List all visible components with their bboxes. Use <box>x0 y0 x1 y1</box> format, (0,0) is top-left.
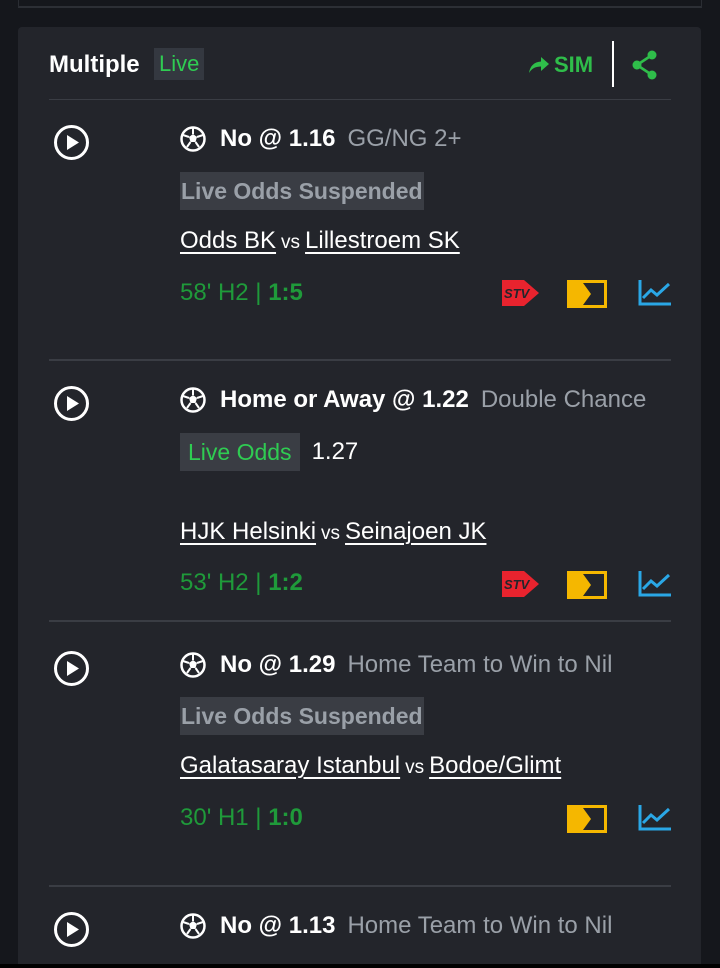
scoreboard-icon[interactable] <box>567 804 607 834</box>
vs-label: vs <box>405 757 425 778</box>
match-time: 53' H2 | <box>180 569 269 596</box>
match-time-score: 53' H2 | 1:2 <box>180 569 303 599</box>
bet-row: No @ 1.13 Home Team to Win to Nil <box>49 887 671 968</box>
card-header: Multiple Live SIM <box>49 27 671 100</box>
vs-label: vs <box>321 523 341 544</box>
market-name: Home Team to Win to Nil <box>347 912 613 939</box>
odds-status-line: Live Odds 1.27 <box>180 433 358 471</box>
sim-label: SIM <box>554 52 594 77</box>
selection-line: No @ 1.29 Home Team to Win to Nil <box>180 648 612 682</box>
selection-odds: Home or Away @ 1.22 <box>220 386 469 413</box>
selection-odds: No @ 1.16 <box>220 125 336 152</box>
odds-status-badge: Live Odds Suspended <box>180 172 424 210</box>
bottom-edge <box>0 964 720 968</box>
home-team[interactable]: HJK Helsinki <box>180 518 316 545</box>
match-teams[interactable]: Odds BK vs Lillestroem SK <box>180 227 460 257</box>
svg-text:STV: STV <box>504 286 531 301</box>
market-name: Home Team to Win to Nil <box>347 651 613 678</box>
scoreboard-icon[interactable] <box>567 279 607 309</box>
match-time-score: 30' H1 | 1:0 <box>180 804 303 834</box>
forward-arrow-icon <box>529 57 549 73</box>
share-icon[interactable] <box>631 50 659 80</box>
soccer-ball-icon <box>180 126 206 152</box>
play-icon[interactable] <box>53 124 90 161</box>
odds-status-badge: Live Odds <box>180 433 300 471</box>
match-time: 58' H2 | <box>180 279 269 306</box>
away-team[interactable]: Bodoe/Glimt <box>429 752 561 779</box>
multiple-bet-card: Multiple Live SIM No @ 1.16 GG/NG 2+ Liv… <box>18 27 701 968</box>
updated-odds: 1.27 <box>311 438 359 465</box>
market-name: Double Chance <box>480 386 647 413</box>
away-team[interactable]: Seinajoen JK <box>345 518 486 545</box>
market-name: GG/NG 2+ <box>347 125 462 152</box>
sim-button[interactable]: SIM <box>528 49 593 81</box>
match-time-score: 58' H2 | 1:5 <box>180 279 303 309</box>
soccer-ball-icon <box>180 387 206 413</box>
stats-chart-icon[interactable] <box>637 803 673 833</box>
soccer-ball-icon <box>180 913 206 939</box>
stats-chart-icon[interactable] <box>637 278 673 308</box>
selection-odds: No @ 1.29 <box>220 651 336 678</box>
stv-icon[interactable]: STV <box>500 278 540 308</box>
odds-status-line: Live Odds Suspended <box>180 697 424 735</box>
bet-row: No @ 1.29 Home Team to Win to Nil Live O… <box>49 626 671 887</box>
match-teams[interactable]: HJK Helsinki vs Seinajoen JK <box>180 518 486 548</box>
selection-line: No @ 1.13 Home Team to Win to Nil <box>180 909 612 943</box>
selection-line: Home or Away @ 1.22 Double Chance <box>180 383 646 417</box>
selection-odds: No @ 1.13 <box>220 912 336 939</box>
play-icon[interactable] <box>53 911 90 948</box>
play-icon[interactable] <box>53 650 90 687</box>
stv-icon[interactable]: STV <box>500 569 540 599</box>
match-score: 1:5 <box>268 279 303 306</box>
away-team[interactable]: Lillestroem SK <box>305 227 460 254</box>
odds-status-badge: Live Odds Suspended <box>180 697 424 735</box>
stats-chart-icon[interactable] <box>637 569 673 599</box>
bet-type-title: Multiple <box>49 51 140 78</box>
match-teams[interactable]: Galatasaray Istanbul vs Bodoe/Glimt <box>180 752 561 782</box>
play-icon[interactable] <box>53 385 90 422</box>
home-team[interactable]: Odds BK <box>180 227 276 254</box>
match-score: 1:0 <box>268 804 303 831</box>
bet-row: No @ 1.16 GG/NG 2+ Live Odds Suspended O… <box>49 100 671 361</box>
header-divider <box>612 41 614 87</box>
match-score: 1:2 <box>268 569 303 596</box>
selection-line: No @ 1.16 GG/NG 2+ <box>180 122 462 156</box>
bet-row: Home or Away @ 1.22 Double Chance Live O… <box>49 361 671 622</box>
live-badge: Live <box>154 48 205 80</box>
match-time: 30' H1 | <box>180 804 269 831</box>
vs-label: vs <box>281 232 301 253</box>
previous-card-edge <box>18 0 702 8</box>
scoreboard-icon[interactable] <box>567 570 607 600</box>
home-team[interactable]: Galatasaray Istanbul <box>180 752 400 779</box>
svg-text:STV: STV <box>504 577 531 592</box>
odds-status-line: Live Odds Suspended <box>180 172 424 210</box>
soccer-ball-icon <box>180 652 206 678</box>
